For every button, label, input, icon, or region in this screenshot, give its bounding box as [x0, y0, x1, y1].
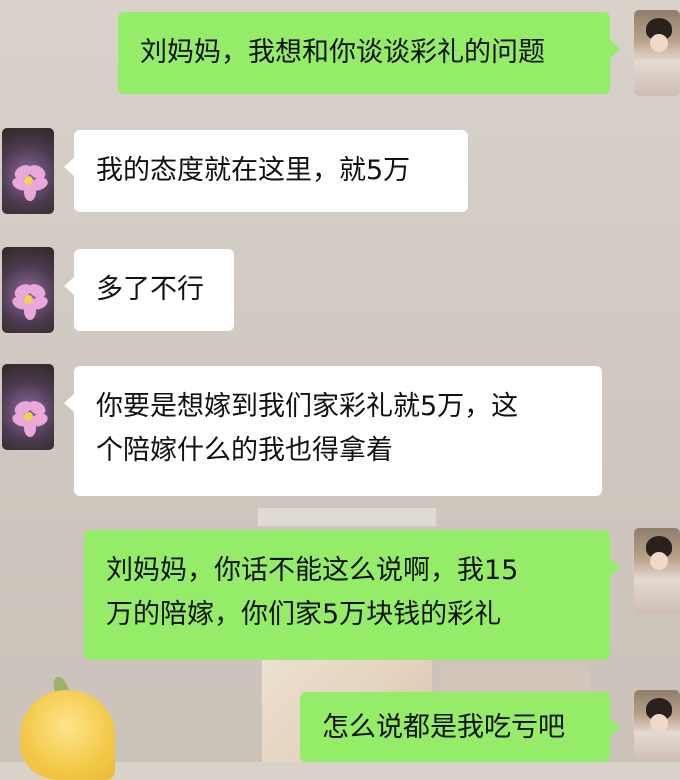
bubble-tail [64, 277, 74, 295]
my-avatar-icon[interactable] [634, 528, 680, 614]
message-text-line-1: 你要是想嫁到我们家彩礼就5万，这 [96, 391, 519, 422]
message-bubble[interactable]: 怎么说都是我吃亏吧 [300, 692, 610, 762]
bubble-tail [610, 40, 620, 58]
purple-flower-avatar-icon[interactable] [2, 128, 54, 214]
purple-flower-avatar-icon[interactable] [2, 247, 54, 333]
message-text-line-2: 个陪嫁什么的我也得拿着 [96, 435, 393, 466]
message-bubble[interactable]: 多了不行 [74, 249, 234, 331]
bubble-tail [64, 394, 74, 412]
wallpaper-flower [20, 690, 115, 780]
purple-flower-avatar-icon[interactable] [2, 364, 54, 450]
message-text: 刘妈妈，我想和你谈谈彩礼的问题 [140, 37, 545, 68]
message-bubble[interactable]: 刘妈妈，你话不能这么说啊，我15 万的陪嫁，你们家5万块钱的彩礼 [84, 530, 610, 660]
my-avatar-icon[interactable] [634, 10, 680, 96]
wallpaper-frame [258, 508, 436, 526]
bubble-tail [64, 158, 74, 176]
message-text-line-2: 万的陪嫁，你们家5万块钱的彩礼 [106, 599, 502, 630]
message-bubble[interactable]: 我的态度就在这里，就5万 [74, 130, 468, 212]
message-text: 我的态度就在这里，就5万 [96, 155, 411, 186]
bubble-tail [610, 718, 620, 736]
message-text: 多了不行 [96, 274, 204, 305]
message-bubble[interactable]: 你要是想嫁到我们家彩礼就5万，这 个陪嫁什么的我也得拿着 [74, 366, 602, 496]
my-avatar-icon[interactable] [634, 690, 680, 762]
message-text: 怎么说都是我吃亏吧 [322, 712, 565, 743]
bubble-tail [610, 558, 620, 576]
message-bubble[interactable]: 刘妈妈，我想和你谈谈彩礼的问题 [118, 12, 610, 94]
message-text-line-1: 刘妈妈，你话不能这么说啊，我15 [106, 555, 519, 586]
